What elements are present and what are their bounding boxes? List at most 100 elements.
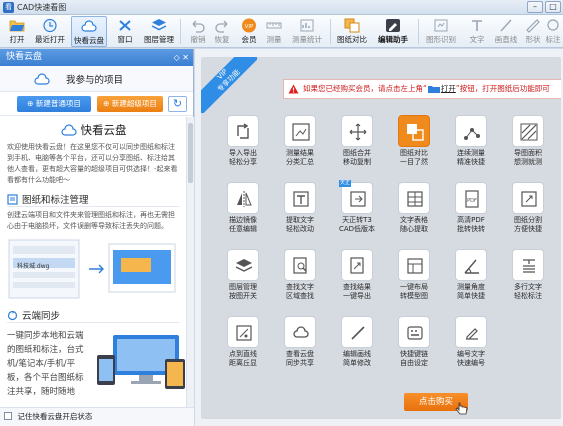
- layer-manage-icon: [235, 259, 253, 272]
- feature-tile[interactable]: [227, 316, 259, 348]
- feature-name: 快捷键链 自由设定: [400, 350, 428, 367]
- feature-merge-move[interactable]: 图纸合并 移动复制: [331, 115, 383, 177]
- feature-tile[interactable]: [284, 249, 316, 281]
- feature-layer-manage[interactable]: 图层管理 按图开关: [217, 249, 269, 311]
- warning-icon: [288, 84, 299, 94]
- merge-move-icon: [349, 123, 367, 141]
- remember-state-checkbox[interactable]: [4, 412, 12, 420]
- feature-tile[interactable]: [512, 249, 544, 281]
- minimize-button[interactable]: –: [527, 1, 543, 13]
- feature-tile[interactable]: [227, 249, 259, 281]
- title-bar: 看 CAD快速看图 – □: [0, 0, 563, 15]
- toolbar-cloud-button[interactable]: 快看云盘: [71, 16, 107, 47]
- feature-name: 图纸对比 一目了然: [400, 149, 428, 166]
- feature-tile[interactable]: [455, 316, 487, 348]
- draw-line-icon: [351, 326, 365, 340]
- feature-name: 提取文字 轻松改动: [286, 216, 314, 233]
- feature-compare[interactable]: 图纸对比 一目了然: [388, 115, 440, 177]
- illustration-file-label: 科技城.dwg: [17, 263, 50, 270]
- toolbar-window-button[interactable]: 窗口: [109, 16, 141, 47]
- feature-find-text[interactable]: 查找文字 区域查找: [274, 249, 326, 311]
- find-text-icon: [293, 257, 307, 274]
- panel-footer: 记住快看云盘开启状态: [0, 407, 194, 426]
- import-export-icon: [237, 123, 249, 139]
- panel-header-buttons[interactable]: ◇ ✕: [174, 49, 189, 66]
- main-area: VIP 专享功能 如果您已经购买会员，请点击左上角“ 打开”按钮，打开图纸后功能即…: [195, 49, 563, 426]
- layers-icon: [151, 19, 167, 31]
- feature-tile[interactable]: PDF: [455, 182, 487, 214]
- feature-area-measure[interactable]: 导图面积 想测就测: [502, 115, 554, 177]
- feature-tile[interactable]: [455, 115, 487, 147]
- refresh-button[interactable]: ↻: [168, 96, 187, 112]
- feature-tile[interactable]: [284, 182, 316, 214]
- feature-draw-line[interactable]: 编辑画线 简单修改: [331, 316, 383, 378]
- notice-open-label: 打开: [440, 84, 456, 93]
- feature-pdf[interactable]: PDF 高清PDF 批转快转: [445, 182, 497, 244]
- svg-text:VIP: VIP: [245, 24, 254, 30]
- scrollbar-thumb[interactable]: [188, 123, 193, 183]
- feature-tile[interactable]: [227, 182, 259, 214]
- toolbar-recognize-button[interactable]: 图形识别: [422, 16, 460, 47]
- cloud-icon: [81, 20, 97, 32]
- feature-multiline-text[interactable]: 多行文字 轻松标注: [502, 249, 554, 311]
- notice-text-pre: 如果您已经购买会员，请点击左上角“: [303, 84, 427, 93]
- feature-tile[interactable]: [455, 249, 487, 281]
- feature-import-export[interactable]: 导入导出 轻松分享: [217, 115, 269, 177]
- feature-tile[interactable]: [341, 249, 373, 281]
- feature-tile[interactable]: 天正: [339, 180, 373, 214]
- devices-illustration: [97, 335, 185, 389]
- feature-tile[interactable]: [512, 182, 544, 214]
- toolbar-recent-button[interactable]: 最近打开: [34, 16, 66, 47]
- feature-mirror[interactable]: 描边镜像 任意编辑: [217, 182, 269, 244]
- panel-scrollbar[interactable]: [186, 117, 194, 409]
- feature-tile[interactable]: [398, 182, 430, 214]
- feature-export-result[interactable]: 查找结果 一键导出: [331, 249, 383, 311]
- feature-shortcut[interactable]: 快捷键链 自由设定: [388, 316, 440, 378]
- toolbar-open-button[interactable]: 打开: [1, 16, 33, 47]
- feature-tile[interactable]: [284, 115, 316, 147]
- area-measure-icon: [520, 123, 538, 141]
- toolbar-annotate-button[interactable]: 标注: [543, 16, 563, 47]
- feature-tile[interactable]: [227, 115, 259, 147]
- feature-point-line[interactable]: 点到直线 距离丘显: [217, 316, 269, 378]
- toolbar-separator: [418, 19, 419, 44]
- feature-extract-text[interactable]: 提取文字 轻松改动: [274, 182, 326, 244]
- subsection-title-sync: 云端同步: [7, 308, 180, 323]
- feature-split[interactable]: 图纸分割 方便快捷: [502, 182, 554, 244]
- feature-angle[interactable]: 测量角度 简单快捷: [445, 249, 497, 311]
- toolbar-text-button[interactable]: 文字: [461, 16, 493, 47]
- maximize-button[interactable]: □: [545, 1, 561, 13]
- feature-tile[interactable]: [341, 115, 373, 147]
- feature-name: 高清PDF 批转快转: [457, 216, 485, 233]
- text-icon: [472, 20, 482, 31]
- feature-tile[interactable]: [512, 115, 544, 147]
- feature-text-table[interactable]: 文字表格 随心提取: [388, 182, 440, 244]
- compare-icon: [407, 124, 424, 141]
- feature-convert-t3[interactable]: 天正 天正转T3 CAD低版本: [331, 180, 383, 244]
- annotate-icon: [547, 19, 559, 31]
- toolbar-layers-button[interactable]: 图层管理: [141, 16, 177, 47]
- new-super-project-button[interactable]: ⊕ 新建超级项目: [97, 96, 163, 112]
- feature-name: 查找文字 区域查找: [286, 283, 314, 300]
- measure-icon: [266, 22, 282, 29]
- document-icon: [7, 193, 18, 205]
- cloud-icon: [34, 73, 50, 85]
- feature-tile[interactable]: [341, 316, 373, 348]
- redo-icon: [215, 20, 228, 33]
- feature-tile[interactable]: [398, 316, 430, 348]
- toolbar-compare-button[interactable]: 图纸对比: [334, 16, 370, 47]
- panel-title: 快看云盘: [6, 52, 43, 62]
- undo-icon: [192, 20, 205, 33]
- feature-numbering[interactable]: 编号文字 快速编号: [445, 316, 497, 378]
- feature-tile[interactable]: [398, 115, 430, 147]
- feature-measure-summary[interactable]: 测量结果 分类汇总: [274, 115, 326, 177]
- feature-tile[interactable]: [398, 249, 430, 281]
- toolbar-measure-stats-button[interactable]: 测量统计: [288, 16, 326, 47]
- feature-layout[interactable]: 一键布局 转模型图: [388, 249, 440, 311]
- toolbar-measure-button[interactable]: 测量: [258, 16, 290, 47]
- new-normal-project-button[interactable]: ⊕ 新建普通项目: [17, 96, 91, 112]
- feature-tile[interactable]: [284, 316, 316, 348]
- feature-continuous-measure[interactable]: 连续测量 精准快捷: [445, 115, 497, 177]
- feature-cloud-sync[interactable]: 查看云盘 同步共享: [274, 316, 326, 378]
- toolbar-edit-assistant-button[interactable]: 编辑助手: [373, 16, 413, 47]
